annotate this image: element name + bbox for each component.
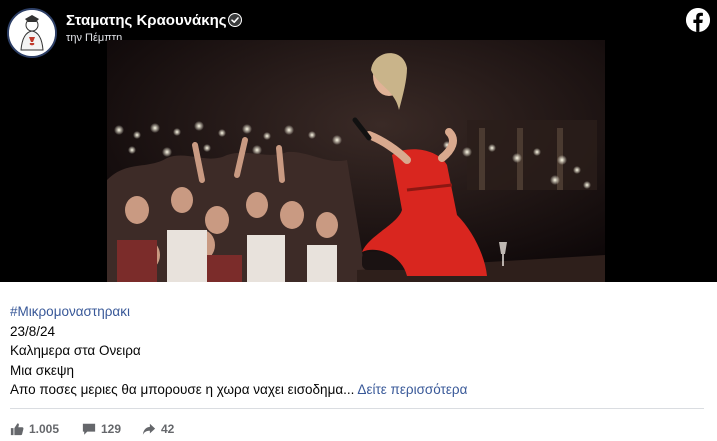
likes-count: 1.005	[29, 422, 60, 436]
post-caption: #Μικρομοναστηρακι 23/8/24 Καλημερα στα Ο…	[10, 302, 700, 400]
post-photo[interactable]	[107, 40, 605, 282]
shares-stat[interactable]: 42	[142, 420, 174, 438]
facebook-logo-icon[interactable]	[686, 8, 710, 32]
profile-avatar[interactable]	[7, 8, 57, 58]
comments-stat[interactable]: 129	[82, 420, 121, 438]
verified-badge-icon	[228, 13, 242, 27]
divider	[10, 408, 704, 409]
caption-line-3: Απο ποσες μεριες θα μπορουσε η χωρα ναχε…	[10, 382, 355, 397]
hashtag-link[interactable]: #Μικρομοναστηρακι	[10, 304, 130, 319]
caption-line-1: Καλημερα στα Ονειρα	[10, 343, 141, 358]
facebook-post: Σταματης Κραουνάκης την Πέμπτη #Μικρομον…	[0, 0, 717, 441]
see-more-link[interactable]: Δείτε περισσότερα	[357, 382, 467, 397]
shares-count: 42	[161, 422, 175, 436]
share-icon	[142, 422, 161, 436]
post-media-area: Σταματης Κραουνάκης την Πέμπτη	[0, 0, 717, 282]
comments-count: 129	[101, 422, 122, 436]
likes-stat[interactable]: 1.005	[10, 420, 59, 438]
comment-icon	[82, 422, 101, 436]
author-name[interactable]: Σταματης Κραουνάκης	[66, 12, 227, 29]
caption-date: 23/8/24	[10, 323, 56, 339]
caption-line-2: Μια σκεψη	[10, 362, 75, 378]
like-icon	[10, 422, 29, 436]
